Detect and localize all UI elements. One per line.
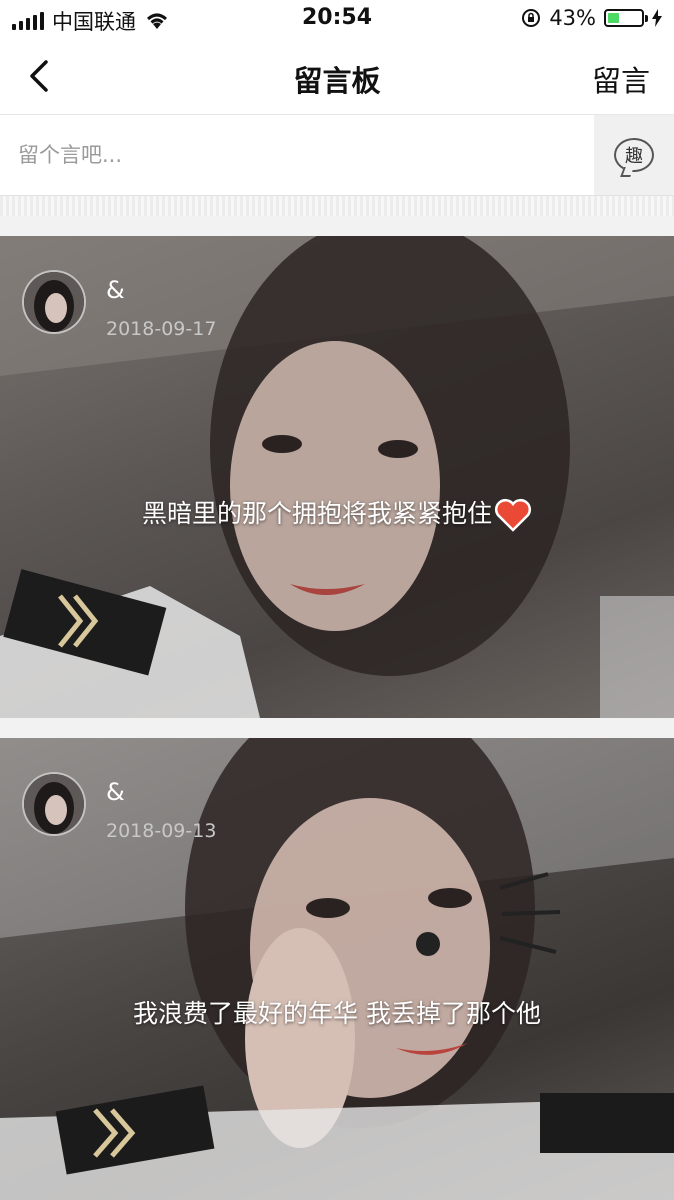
- avatar-image: [24, 774, 84, 834]
- nav-bar: 留言板 留言: [0, 38, 674, 115]
- username: &: [106, 778, 125, 806]
- background-photo: [0, 738, 674, 1200]
- page-title: 留言板: [293, 64, 381, 98]
- battery-percent: 43%: [549, 6, 596, 30]
- rotation-lock-icon: [522, 9, 541, 27]
- fun-button[interactable]: 趣: [594, 115, 674, 195]
- compose-bar: 趣: [0, 115, 674, 196]
- charging-icon: [652, 9, 662, 27]
- avatar-image: [24, 272, 84, 332]
- username: &: [106, 276, 125, 304]
- status-bar: 中国联通 20:54 43%: [0, 0, 674, 38]
- background-photo: [0, 236, 674, 718]
- battery-icon: [604, 9, 648, 27]
- post-date: 2018-09-17: [106, 318, 217, 340]
- battery-fill: [608, 13, 620, 23]
- message-text: 黑暗里的那个拥抱将我紧紧抱住: [141, 499, 492, 528]
- avatar[interactable]: [22, 772, 86, 836]
- divider: [0, 196, 674, 216]
- message-input[interactable]: [0, 115, 590, 195]
- message-text: 我浪费了最好的年华 我丢掉了那个他: [133, 999, 541, 1028]
- post-date: 2018-09-13: [106, 820, 217, 842]
- message-card[interactable]: & 2018-09-17 黑暗里的那个拥抱将我紧紧抱住: [0, 236, 674, 718]
- message-text-row: 黑暗里的那个拥抱将我紧紧抱住: [0, 494, 674, 532]
- fun-icon: 趣: [614, 138, 654, 172]
- message-card[interactable]: & 2018-09-13 我浪费了最好的年华 我丢掉了那个他: [0, 738, 674, 1200]
- post-message-button[interactable]: 留言: [592, 58, 650, 100]
- heart-icon: [495, 499, 531, 532]
- avatar[interactable]: [22, 270, 86, 334]
